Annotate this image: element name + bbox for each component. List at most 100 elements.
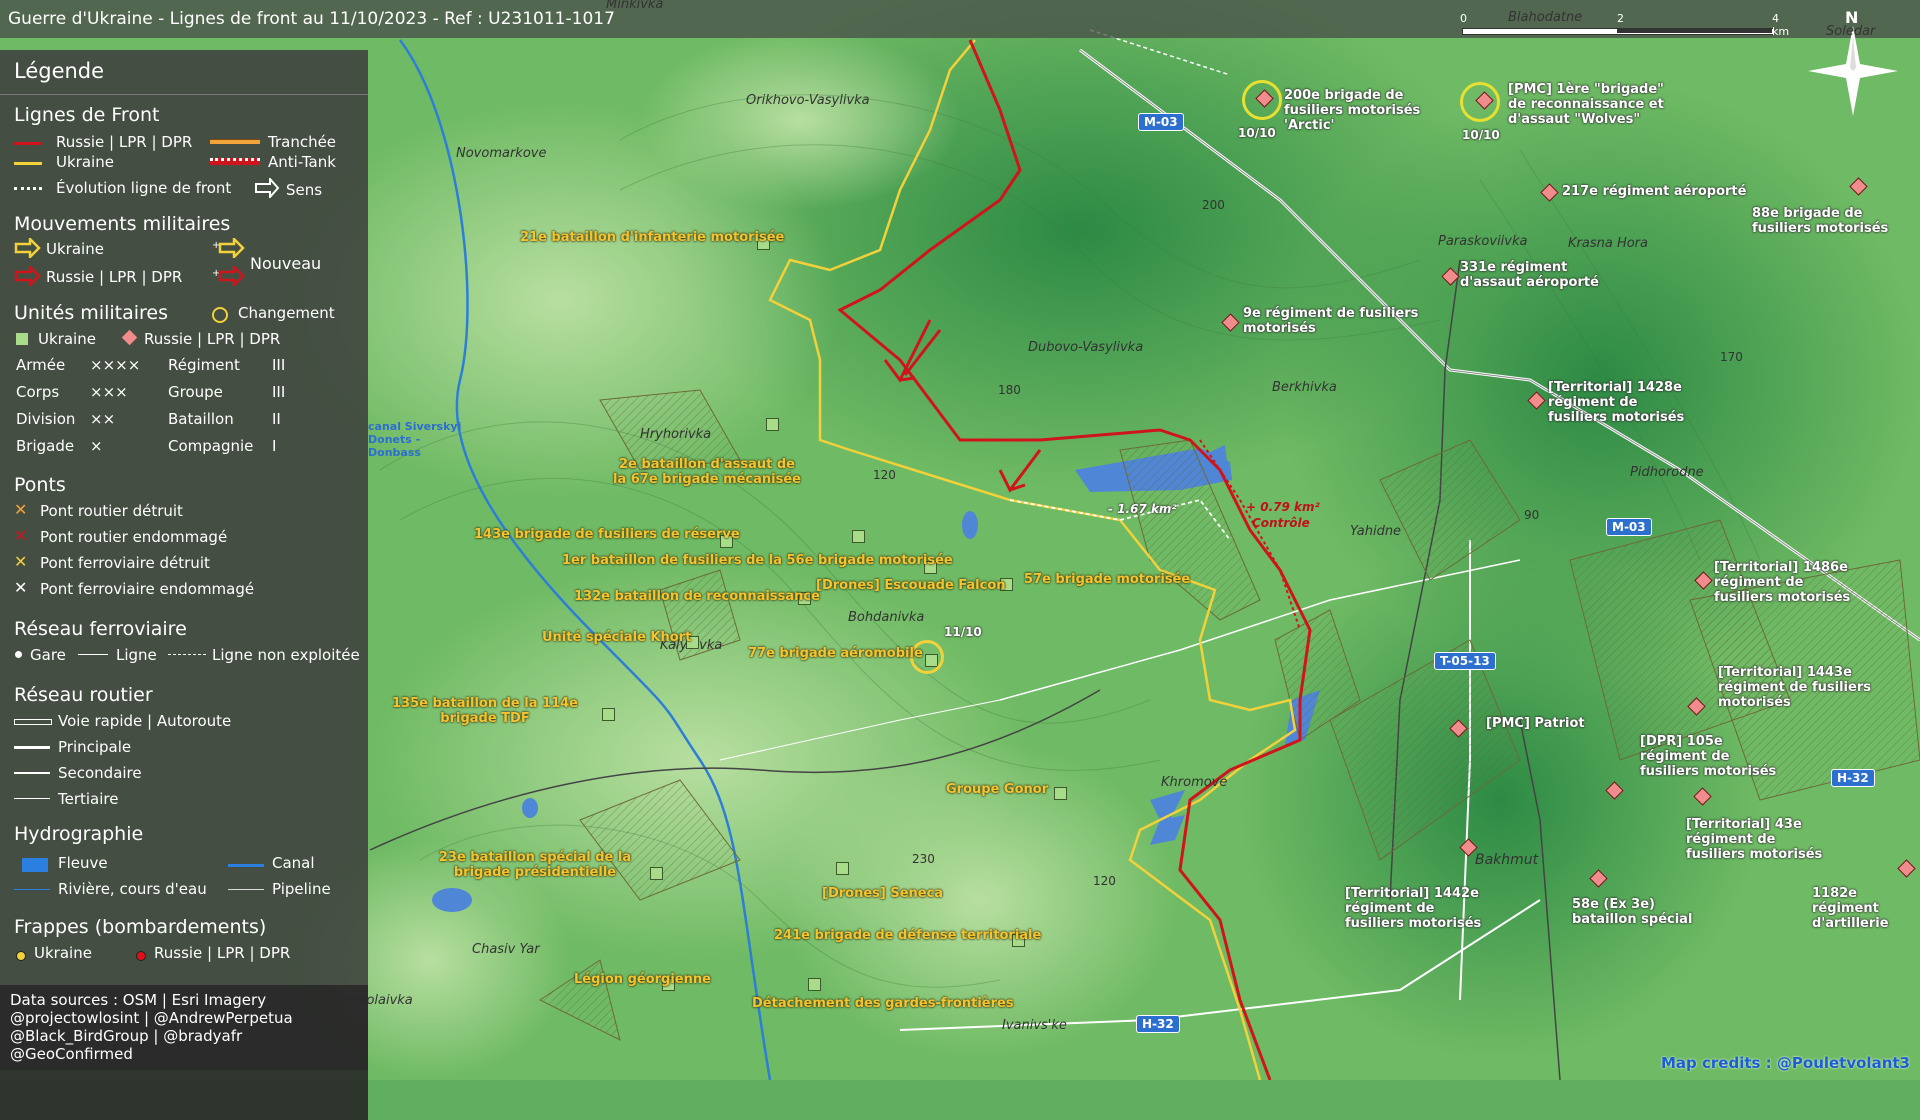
change-date: 10/10 bbox=[1238, 126, 1276, 140]
scale-label-4: 4 km bbox=[1772, 12, 1790, 38]
ukraine-unit-marker-icon[interactable] bbox=[808, 978, 821, 991]
legend-panel: Légende Lignes de Front Russie | LPR | D… bbox=[0, 50, 368, 1120]
elevation-label: 90 bbox=[1524, 508, 1540, 522]
ukraine-move-arrow-icon bbox=[14, 238, 41, 258]
ukraine-unit-marker-icon[interactable] bbox=[836, 862, 849, 875]
legend-move-ukraine: Ukraine bbox=[46, 240, 104, 258]
legend-bridge: Pont routier détruit bbox=[40, 502, 183, 520]
road-bridge-damaged-icon: ✕ bbox=[14, 526, 28, 545]
stream-swatch bbox=[14, 889, 50, 890]
ua-unit-label: 135e bataillon de la 114e brigade TDF bbox=[392, 696, 578, 726]
anti-tank-swatch bbox=[210, 158, 260, 165]
ru-unit-label: 331e régiment d'assaut aéroporté bbox=[1460, 260, 1599, 290]
legend-road: Tertiaire bbox=[58, 790, 119, 808]
area-gain-label: + 0.79 km² bbox=[1246, 500, 1320, 514]
unit-size-b: Bataillon bbox=[168, 410, 234, 428]
station-icon bbox=[15, 651, 22, 658]
rail-heading: Réseau ferroviaire bbox=[14, 618, 187, 640]
ua-unit-label: Légion géorgienne bbox=[574, 972, 711, 987]
unit-size-a: Corps bbox=[16, 383, 60, 401]
ru-unit-label: [Territorial] 1428e régiment de fusilier… bbox=[1548, 380, 1685, 425]
russia-move-arrow-icon bbox=[14, 266, 41, 286]
place-label: Hryhorivka bbox=[640, 427, 712, 442]
legend-river: Fleuve bbox=[58, 854, 108, 872]
front-lines-heading: Lignes de Front bbox=[14, 104, 160, 126]
rail-bridge-destroyed-icon: ✕ bbox=[14, 552, 28, 571]
elevation-label: 170 bbox=[1720, 350, 1743, 364]
main-road-swatch bbox=[14, 746, 50, 749]
place-label: Novomarkove bbox=[456, 146, 547, 161]
ukraine-unit-marker-icon[interactable] bbox=[1054, 787, 1067, 800]
source-line: @Black_BirdGroup | @bradyafr bbox=[10, 1027, 243, 1045]
legend-bridge: Pont routier endommagé bbox=[40, 528, 228, 546]
ru-unit-label: 200e brigade de fusiliers motorisés 'Arc… bbox=[1284, 88, 1421, 133]
legend-strike-ukraine: Ukraine bbox=[34, 944, 92, 962]
place-label: Soledar bbox=[1826, 24, 1876, 39]
secondary-road-swatch bbox=[14, 772, 50, 774]
ua-unit-label: Groupe Gonor bbox=[946, 782, 1049, 797]
place-label: Blahodatne bbox=[1508, 10, 1583, 25]
ua-unit-label: 23e bataillon spécial de la brigade prés… bbox=[438, 850, 632, 880]
legend-bridge: Pont ferroviaire détruit bbox=[40, 554, 210, 572]
pipeline-swatch bbox=[228, 889, 264, 890]
ua-unit-label: 241e brigade de défense territoriale bbox=[774, 928, 1042, 943]
road-shield-h32: H-32 bbox=[1136, 1015, 1180, 1033]
unit-size-bs: III bbox=[272, 383, 286, 401]
source-line: @projectowlosint | @AndrewPerpetua bbox=[10, 1009, 293, 1027]
legend-strike-russia: Russie | LPR | DPR bbox=[154, 944, 291, 962]
elevation-label: 180 bbox=[998, 383, 1021, 397]
legend-unit-ukraine: Ukraine bbox=[38, 330, 96, 348]
legend-stream: Rivière, cours d'eau bbox=[58, 880, 207, 898]
ru-unit-label: [Territorial] 1486e régiment de fusilier… bbox=[1714, 560, 1851, 605]
legend-title: Légende bbox=[14, 59, 105, 83]
unit-size-a: Brigade bbox=[16, 437, 75, 455]
russia-strike-icon bbox=[136, 951, 146, 961]
legend-evolution: Évolution ligne de front bbox=[56, 179, 232, 197]
highway-swatch bbox=[14, 719, 52, 725]
ru-unit-label: 9e régiment de fusiliers motorisés bbox=[1243, 306, 1419, 336]
ru-unit-label: [PMC] 1ère "brigade" de reconnaissance e… bbox=[1508, 82, 1664, 127]
place-label: Chasiv Yar bbox=[472, 942, 540, 957]
legend-road: Voie rapide | Autoroute bbox=[58, 712, 232, 730]
ua-unit-label: 132e bataillon de reconnaissance bbox=[574, 589, 820, 604]
unit-size-as: ×× bbox=[90, 410, 116, 428]
data-sources: Data sources : OSM | Esri Imagery @proje… bbox=[0, 985, 368, 1120]
place-label: Pidhorodne bbox=[1630, 465, 1704, 480]
ru-unit-label: 1182e régiment d'artillerie bbox=[1812, 886, 1889, 931]
legend-station: Gare bbox=[30, 646, 66, 664]
hydro-heading: Hydrographie bbox=[14, 823, 144, 845]
ukraine-unit-marker-icon[interactable] bbox=[766, 418, 779, 431]
legend-move-new: Nouveau bbox=[250, 254, 322, 273]
ukraine-unit-marker-icon[interactable] bbox=[852, 530, 865, 543]
tertiary-road-swatch bbox=[14, 798, 50, 799]
road-shield-m03: M-03 bbox=[1606, 518, 1652, 536]
place-label: Bakhmut bbox=[1475, 852, 1539, 868]
unit-size-as: ×××× bbox=[90, 356, 141, 374]
place-label: Yahidne bbox=[1350, 524, 1402, 539]
source-line: @GeoConfirmed bbox=[10, 1045, 133, 1063]
area-loss-label: - 1.67 km² bbox=[1108, 502, 1177, 516]
rail-bridge-damaged-icon: ✕ bbox=[14, 578, 28, 597]
change-ring-icon bbox=[1460, 82, 1500, 122]
place-label: Bohdanivka bbox=[848, 610, 925, 625]
new-russia-arrow-icon: + bbox=[212, 266, 245, 286]
legend-ukraine-line: Ukraine bbox=[56, 153, 114, 171]
ua-unit-label: [Drones] Escouade Falcon bbox=[816, 578, 1006, 593]
russia-line-swatch bbox=[14, 142, 42, 145]
ua-unit-label: 143e brigade de fusiliers de réserve bbox=[474, 527, 740, 542]
place-label: Paraskoviivka bbox=[1438, 234, 1528, 249]
elevation-label: 120 bbox=[873, 468, 896, 482]
direction-arrow-icon bbox=[255, 178, 280, 198]
scale-label-0: 0 bbox=[1460, 12, 1467, 25]
legend-rail-line: Ligne bbox=[116, 646, 157, 664]
evolution-swatch bbox=[14, 187, 42, 190]
ukraine-unit-marker-icon[interactable] bbox=[650, 867, 663, 880]
rail-line-swatch bbox=[78, 654, 108, 655]
legend-canal: Canal bbox=[272, 854, 315, 872]
ua-unit-label: 21e bataillon d'infanterie motorisée bbox=[520, 230, 785, 245]
elevation-label: 200 bbox=[1202, 198, 1225, 212]
place-label: Minkivka bbox=[606, 0, 664, 12]
unit-size-b: Régiment bbox=[168, 356, 240, 374]
ukraine-unit-marker-icon[interactable] bbox=[602, 708, 615, 721]
canal-swatch bbox=[228, 864, 264, 867]
